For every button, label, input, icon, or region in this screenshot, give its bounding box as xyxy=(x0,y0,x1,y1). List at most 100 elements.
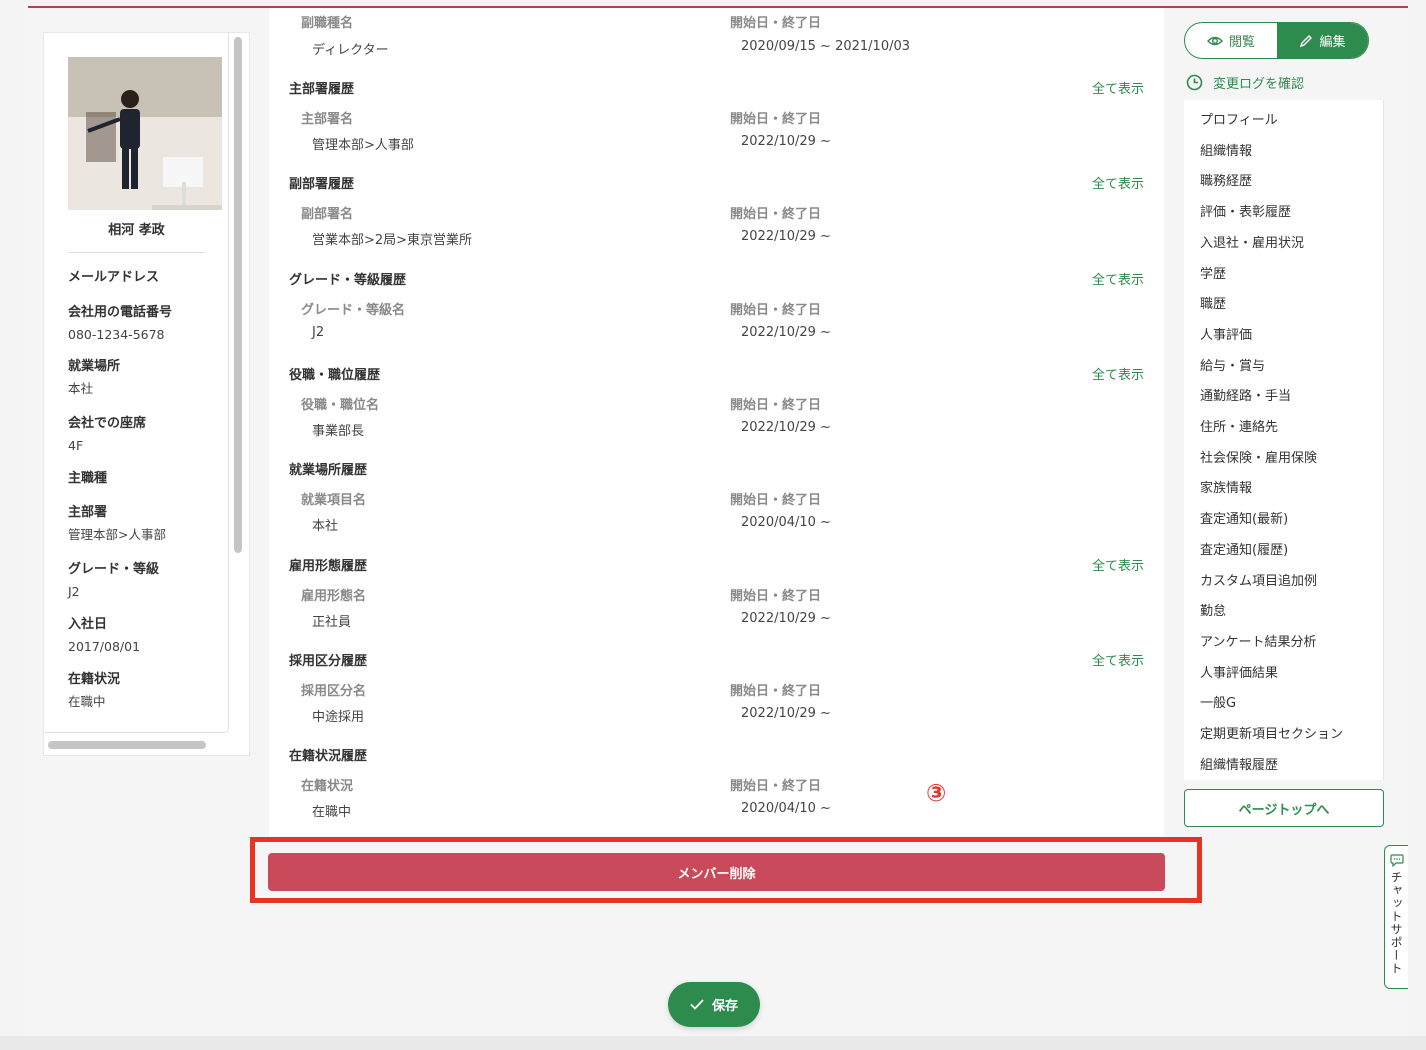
nav-item[interactable]: 勤怠 xyxy=(1200,600,1226,619)
save-label: 保存 xyxy=(711,999,738,1014)
profile-card: 相河 孝政 メールアドレス 会社用の電話番号 080-1234-5678 就業場… xyxy=(44,33,229,733)
field-value: J2 xyxy=(68,584,80,599)
history-content: 副職種名 開始日・終了日 ディレクター 2020/09/15 ~ 2021/10… xyxy=(269,8,1164,836)
nav-item[interactable]: 学歴 xyxy=(1200,263,1226,282)
date-column-header: 開始日・終了日 xyxy=(730,398,822,413)
profile-panel: 相河 孝政 メールアドレス 会社用の電話番号 080-1234-5678 就業場… xyxy=(43,32,250,756)
nav-item[interactable]: 社会保険・雇用保険 xyxy=(1200,447,1317,466)
nav-item[interactable]: 一般G xyxy=(1200,692,1236,711)
field-label: 在籍状況 xyxy=(68,672,121,687)
edit-mode-button[interactable]: 編集 xyxy=(1277,23,1368,58)
mode-toggle: 閲覧 編集 xyxy=(1184,22,1369,59)
field-value: 4F xyxy=(68,438,84,453)
check-icon xyxy=(690,999,704,1010)
chat-support-tab[interactable]: チャットサポート xyxy=(1384,845,1408,989)
page-top-button[interactable]: ページトップへ xyxy=(1184,789,1384,827)
profile-name: 相河 孝政 xyxy=(108,223,165,238)
nav-item[interactable]: 査定通知(最新) xyxy=(1200,508,1288,527)
section-title: グレード・等級履歴 xyxy=(289,273,407,288)
nav-item[interactable]: 人事評価結果 xyxy=(1200,662,1278,681)
vertical-scrollbar[interactable] xyxy=(234,37,242,553)
field-main-job: 主職種 xyxy=(68,470,218,492)
column-header: 主部署名 xyxy=(301,112,354,127)
nav-item[interactable]: アンケート結果分析 xyxy=(1200,631,1316,650)
show-all-link[interactable]: 全て表示 xyxy=(1092,364,1144,383)
nav-item[interactable]: 住所・連絡先 xyxy=(1200,416,1278,435)
history-sections: 副職種名 開始日・終了日 ディレクター 2020/09/15 ~ 2021/10… xyxy=(269,8,1164,836)
field-phone: 会社用の電話番号 080-1234-5678 xyxy=(68,304,218,344)
nav-item[interactable]: プロフィール xyxy=(1200,109,1278,128)
show-all-link[interactable]: 全て表示 xyxy=(1092,650,1144,669)
chat-support-label: チャットサポート xyxy=(1389,871,1403,975)
field-status: 在籍状況 在職中 xyxy=(68,671,218,711)
field-value: 在職中 xyxy=(68,694,106,709)
section-title: 雇用形態履歴 xyxy=(289,559,368,574)
history-dates: 2022/10/29 ~ xyxy=(741,134,831,149)
nav-item[interactable]: 査定通知(履歴) xyxy=(1200,539,1288,558)
history-dates: 2020/04/10 ~ xyxy=(741,801,831,816)
history-dates: 2022/10/29 ~ xyxy=(741,325,831,340)
history-dates: 2022/10/29 ~ xyxy=(741,229,831,244)
date-column-header: 開始日・終了日 xyxy=(730,779,822,794)
field-value: 管理本部>人事部 xyxy=(68,527,166,542)
nav-item[interactable]: 評価・表彰履歴 xyxy=(1200,201,1291,220)
field-label: 会社での座席 xyxy=(68,416,147,431)
section-title: 採用区分履歴 xyxy=(289,654,368,669)
history-value: 中途採用 xyxy=(312,710,365,725)
column-header: グレード・等級名 xyxy=(301,303,406,318)
field-value: 2017/08/01 xyxy=(68,639,141,654)
delete-member-button[interactable]: メンバー削除 xyxy=(268,853,1165,891)
nav-item[interactable]: 職務経歴 xyxy=(1200,170,1252,189)
section-title: 役職・職位履歴 xyxy=(289,368,381,383)
field-label: 主職種 xyxy=(68,471,108,486)
view-mode-button[interactable]: 閲覧 xyxy=(1185,23,1277,58)
view-mode-label: 閲覧 xyxy=(1228,35,1255,50)
field-email: メールアドレス xyxy=(68,269,218,291)
history-dates: 2020/09/15 ~ 2021/10/03 xyxy=(741,39,911,54)
nav-item[interactable]: 定期更新項目セクション xyxy=(1200,723,1343,742)
field-grade: グレード・等級 J2 xyxy=(68,561,218,601)
field-value: 本社 xyxy=(68,381,94,396)
show-all-link[interactable]: 全て表示 xyxy=(1092,269,1144,288)
nav-item[interactable]: 組織情報 xyxy=(1200,140,1252,159)
changelog-link[interactable]: 変更ログを確認 xyxy=(1186,73,1304,92)
column-header: 副職種名 xyxy=(301,16,354,31)
field-label: 入社日 xyxy=(68,617,108,632)
nav-item[interactable]: カスタム項目追加例 xyxy=(1200,570,1317,589)
nav-item[interactable]: 入退社・雇用状況 xyxy=(1200,232,1304,251)
field-seat: 会社での座席 4F xyxy=(68,415,218,455)
field-join-date: 入社日 2017/08/01 xyxy=(68,616,218,656)
history-value: J2 xyxy=(312,325,325,340)
history-value: 在職中 xyxy=(312,805,352,820)
show-all-link[interactable]: 全て表示 xyxy=(1092,173,1144,192)
field-label: 主部署 xyxy=(68,505,108,520)
show-all-link[interactable]: 全て表示 xyxy=(1092,78,1144,97)
nav-item[interactable]: 組織情報履歴 xyxy=(1200,754,1278,773)
history-dates: 2022/10/29 ~ xyxy=(741,706,831,721)
column-header: 役職・職位名 xyxy=(301,398,380,413)
history-value: ディレクター xyxy=(312,43,389,58)
nav-item[interactable]: 人事評価 xyxy=(1200,324,1252,343)
clock-icon xyxy=(1186,74,1203,91)
annotation-marker: ③ xyxy=(926,779,947,807)
profile-photo xyxy=(68,57,222,210)
field-label: グレード・等級 xyxy=(68,562,160,577)
field-label: メールアドレス xyxy=(68,270,160,285)
pencil-icon xyxy=(1300,34,1313,47)
nav-item[interactable]: 給与・賞与 xyxy=(1200,355,1265,374)
profile-photo-illustration xyxy=(68,57,222,210)
column-header: 在籍状況 xyxy=(301,779,354,794)
nav-item[interactable]: 家族情報 xyxy=(1200,477,1252,496)
save-button[interactable]: 保存 xyxy=(668,982,760,1027)
section-title: 副部署履歴 xyxy=(289,177,355,192)
show-all-link[interactable]: 全て表示 xyxy=(1092,555,1144,574)
nav-item[interactable]: 職歴 xyxy=(1200,293,1226,312)
section-title: 主部署履歴 xyxy=(289,82,355,97)
history-value: 営業本部>2局>東京営業所 xyxy=(312,233,473,248)
horizontal-scrollbar[interactable] xyxy=(48,741,206,749)
date-column-header: 開始日・終了日 xyxy=(730,207,822,222)
eye-icon xyxy=(1206,36,1223,45)
field-workplace: 就業場所 本社 xyxy=(68,358,218,398)
nav-item[interactable]: 通勤経路・手当 xyxy=(1200,385,1291,404)
changelog-label: 変更ログを確認 xyxy=(1213,77,1305,92)
